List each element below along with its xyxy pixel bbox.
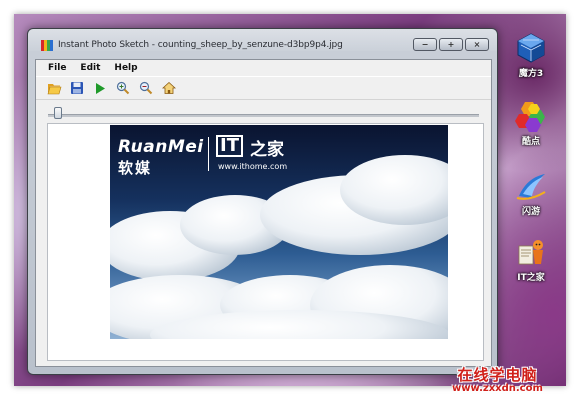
menu-edit[interactable]: Edit [80, 60, 100, 76]
client-area: File Edit Help RuanMei 软媒 IT 之家 www.itho… [35, 59, 492, 367]
ithome-logo-it: IT [216, 135, 243, 157]
image-canvas: RuanMei 软媒 IT 之家 www.ithome.com [47, 123, 484, 361]
desktop-icon-ithome[interactable]: IT之家 [507, 236, 555, 283]
toolbar [36, 76, 491, 100]
desktop-icon-label: 闪游 [521, 207, 540, 217]
home-icon [162, 81, 176, 94]
zoom-out-icon [139, 81, 153, 95]
title-bar[interactable]: Instant Photo Sketch - counting_sheep_by… [28, 29, 497, 51]
site-watermark: 在线学电脑 www.zxxdn.com [452, 364, 543, 394]
app-icon [41, 40, 53, 51]
zoom-in-icon [116, 81, 130, 95]
save-button[interactable] [69, 80, 85, 96]
shanyou-swoosh-icon [515, 170, 547, 202]
menu-bar: File Edit Help [36, 60, 491, 76]
desktop-icon-mofang[interactable]: 魔方3 [507, 32, 555, 79]
desktop-icon-label: IT之家 [517, 273, 545, 283]
menu-file[interactable]: File [48, 60, 66, 76]
logo-divider [208, 137, 209, 171]
home-button[interactable] [161, 80, 177, 96]
close-button[interactable]: × [465, 38, 489, 51]
save-icon [71, 82, 83, 94]
ruanmei-logo-cn: 软媒 [118, 159, 153, 177]
kudian-dots-icon [515, 100, 547, 132]
zoom-in-button[interactable] [115, 80, 131, 96]
ithome-url: www.ithome.com [218, 162, 288, 171]
intensity-slider[interactable] [36, 105, 491, 125]
play-icon [96, 82, 105, 94]
desktop-icon-kudian[interactable]: 酷点 [507, 100, 555, 147]
minimize-button[interactable]: − [413, 38, 437, 51]
run-button[interactable] [92, 80, 108, 96]
mofang-cube-icon [515, 32, 547, 64]
menu-help[interactable]: Help [114, 60, 137, 76]
open-folder-icon [47, 83, 61, 94]
open-button[interactable] [46, 80, 62, 96]
zoom-out-button[interactable] [138, 80, 154, 96]
desktop-icon-label: 魔方3 [518, 69, 544, 79]
slider-track [48, 114, 479, 117]
ithome-mascot-icon [515, 236, 547, 268]
ruanmei-logo-text: RuanMei [118, 137, 204, 157]
watermark-url: www.zxxdn.com [452, 383, 543, 394]
window-title: Instant Photo Sketch - counting_sheep_by… [58, 40, 343, 50]
desktop-icon-label: 酷点 [521, 137, 540, 147]
ithome-logo-cn: 之家 [250, 140, 284, 160]
app-window: Instant Photo Sketch - counting_sheep_by… [27, 28, 498, 375]
desktop-icon-shanyou[interactable]: 闪游 [507, 170, 555, 217]
watermark-text: 在线学电脑 [457, 366, 538, 384]
photo-preview: RuanMei 软媒 IT 之家 www.ithome.com [110, 125, 448, 339]
slider-thumb[interactable] [53, 107, 62, 119]
maximize-button[interactable]: + [439, 38, 463, 51]
